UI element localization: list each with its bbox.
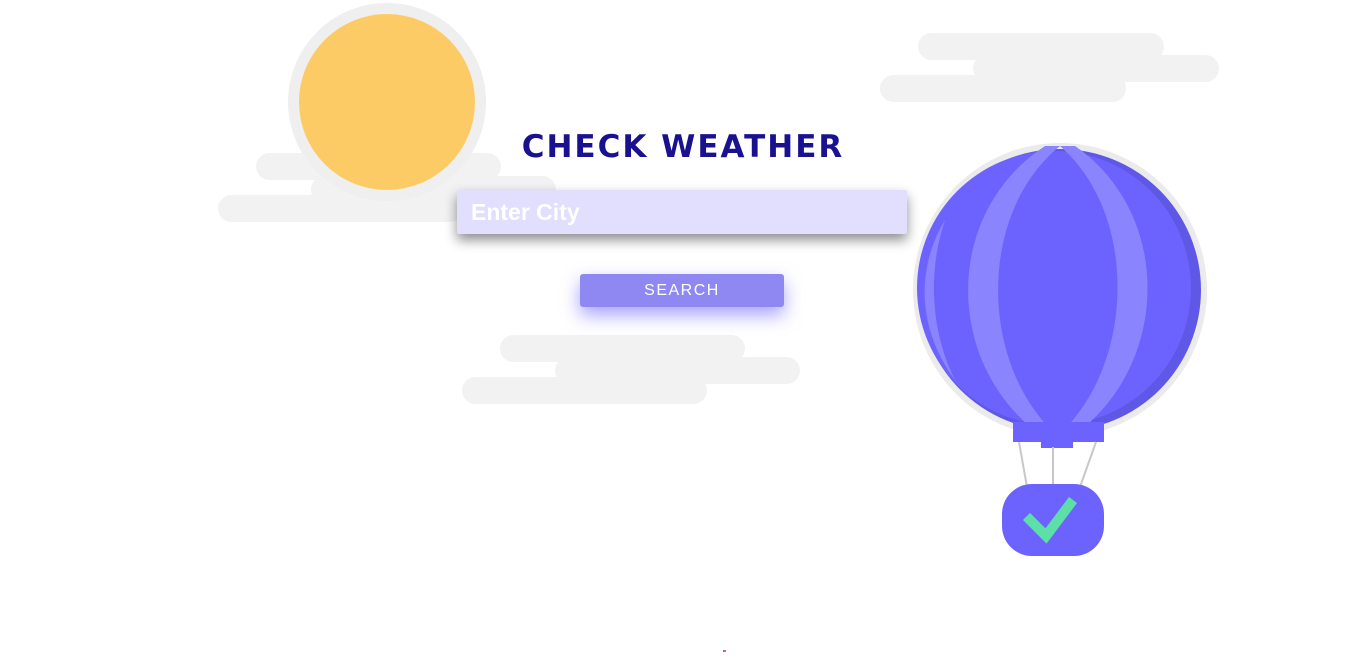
weather-page: CHECK WEATHER SEARCH: [0, 0, 1366, 657]
search-button[interactable]: SEARCH: [580, 274, 784, 307]
sun-icon: [288, 3, 486, 201]
page-title: CHECK WEATHER: [521, 129, 845, 165]
decorative-mark: [723, 650, 726, 652]
hot-air-balloon-icon: [913, 143, 1207, 556]
background-illustration: [218, 3, 1219, 556]
cloud-top-right: [880, 33, 1219, 102]
cloud-middle: [462, 335, 800, 404]
city-search-input[interactable]: [457, 190, 907, 234]
